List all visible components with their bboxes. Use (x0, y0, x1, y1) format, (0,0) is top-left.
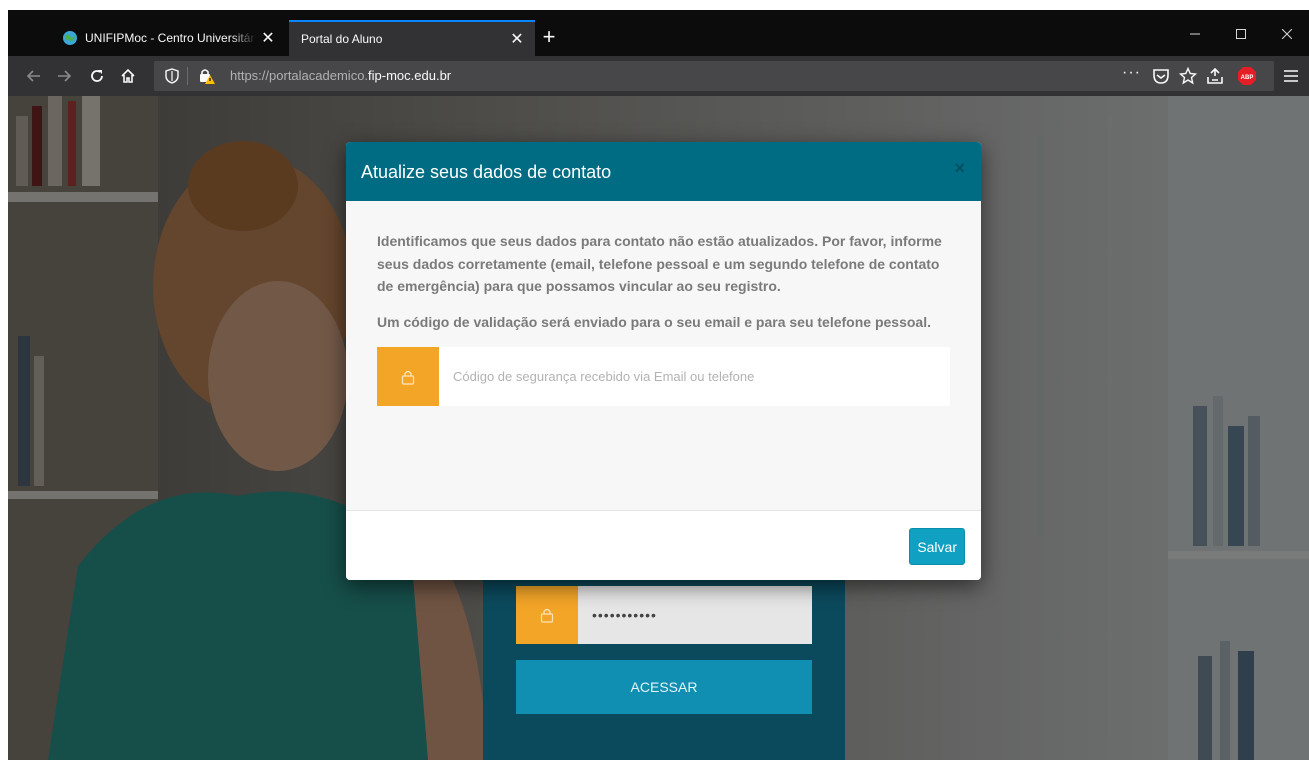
lock-icon (540, 608, 554, 623)
tab-title: UNIFIPMoc - Centro Universitário (85, 31, 256, 45)
reload-button[interactable] (85, 64, 109, 88)
home-button[interactable] (116, 64, 140, 88)
browser-window: UNIFIPMoc - Centro Universitário ✕ Porta… (8, 10, 1309, 760)
close-tab-icon[interactable]: ✕ (505, 27, 529, 51)
home-icon (121, 68, 135, 83)
forward-arrow-icon (58, 70, 72, 82)
page-content: ••••••••••• ACESSAR Atualize seus dados … (8, 96, 1309, 760)
navigation-toolbar: https://portalacademico.fip-moc.edu.br ·… (8, 56, 1309, 96)
modal-message: Identificamos que seus dados para contat… (377, 233, 942, 294)
modal-header: Atualize seus dados de contato × (346, 142, 981, 201)
url-scheme: https:// (230, 68, 270, 83)
close-tab-icon[interactable]: ✕ (256, 26, 280, 50)
url-host: fip-moc.edu.br (368, 68, 452, 83)
page-actions-icon[interactable]: ··· (1122, 64, 1141, 82)
hamburger-menu-icon (1284, 70, 1298, 82)
modal-title: Atualize seus dados de contato (361, 162, 612, 182)
library-button[interactable] (1203, 64, 1227, 88)
tab-portal-do-aluno[interactable]: Portal do Aluno ✕ (289, 20, 535, 56)
password-addon (516, 586, 578, 644)
security-code-input[interactable] (439, 347, 950, 406)
adblock-plus-button[interactable]: ABP (1235, 64, 1259, 88)
window-close-button[interactable] (1264, 22, 1309, 46)
pocket-icon[interactable] (1152, 67, 1170, 85)
menu-button[interactable] (1279, 64, 1303, 88)
lock-icon (401, 370, 415, 385)
modal-validation-note: Um código de validação será enviado para… (377, 313, 931, 330)
modal-footer: Salvar (346, 510, 981, 580)
password-value: ••••••••••• (592, 607, 657, 623)
password-field[interactable]: ••••••••••• (516, 586, 812, 644)
code-addon (377, 347, 439, 406)
reload-icon (91, 70, 103, 82)
library-icon (1207, 67, 1223, 84)
tab-strip: UNIFIPMoc - Centro Universitário ✕ Porta… (8, 10, 1309, 56)
back-button[interactable] (22, 64, 46, 88)
minimize-icon (1190, 33, 1200, 35)
address-bar[interactable]: https://portalacademico.fip-moc.edu.br ·… (154, 61, 1274, 91)
tab-unifipmoc[interactable]: UNIFIPMoc - Centro Universitário ✕ (52, 20, 286, 56)
forward-button[interactable] (52, 64, 76, 88)
svg-text:ABP: ABP (1241, 75, 1254, 81)
bookmark-star-icon[interactable] (1179, 67, 1197, 85)
modal-body: Identificamos que seus dados para contat… (377, 230, 952, 406)
save-button[interactable]: Salvar (909, 528, 965, 565)
globe-icon (63, 31, 77, 45)
insecure-lock-warning-icon (200, 69, 215, 84)
new-tab-button[interactable]: + (535, 23, 563, 51)
maximize-button[interactable] (1218, 22, 1264, 46)
separator (187, 67, 188, 85)
close-icon[interactable]: × (954, 158, 965, 179)
update-contact-modal: Atualize seus dados de contato × Identif… (346, 142, 981, 580)
security-code-group (377, 347, 950, 406)
tab-title: Portal do Aluno (301, 32, 383, 46)
minimize-button[interactable] (1172, 22, 1218, 46)
acessar-button[interactable]: ACESSAR (516, 660, 812, 714)
url-text: https://portalacademico.fip-moc.edu.br (230, 68, 451, 83)
url-subdomain: portalacademico. (269, 68, 369, 83)
back-arrow-icon (26, 70, 40, 82)
close-icon (1282, 29, 1292, 39)
adblock-plus-icon: ABP (1238, 67, 1256, 85)
shield-icon (165, 68, 179, 84)
maximize-icon (1236, 29, 1246, 39)
